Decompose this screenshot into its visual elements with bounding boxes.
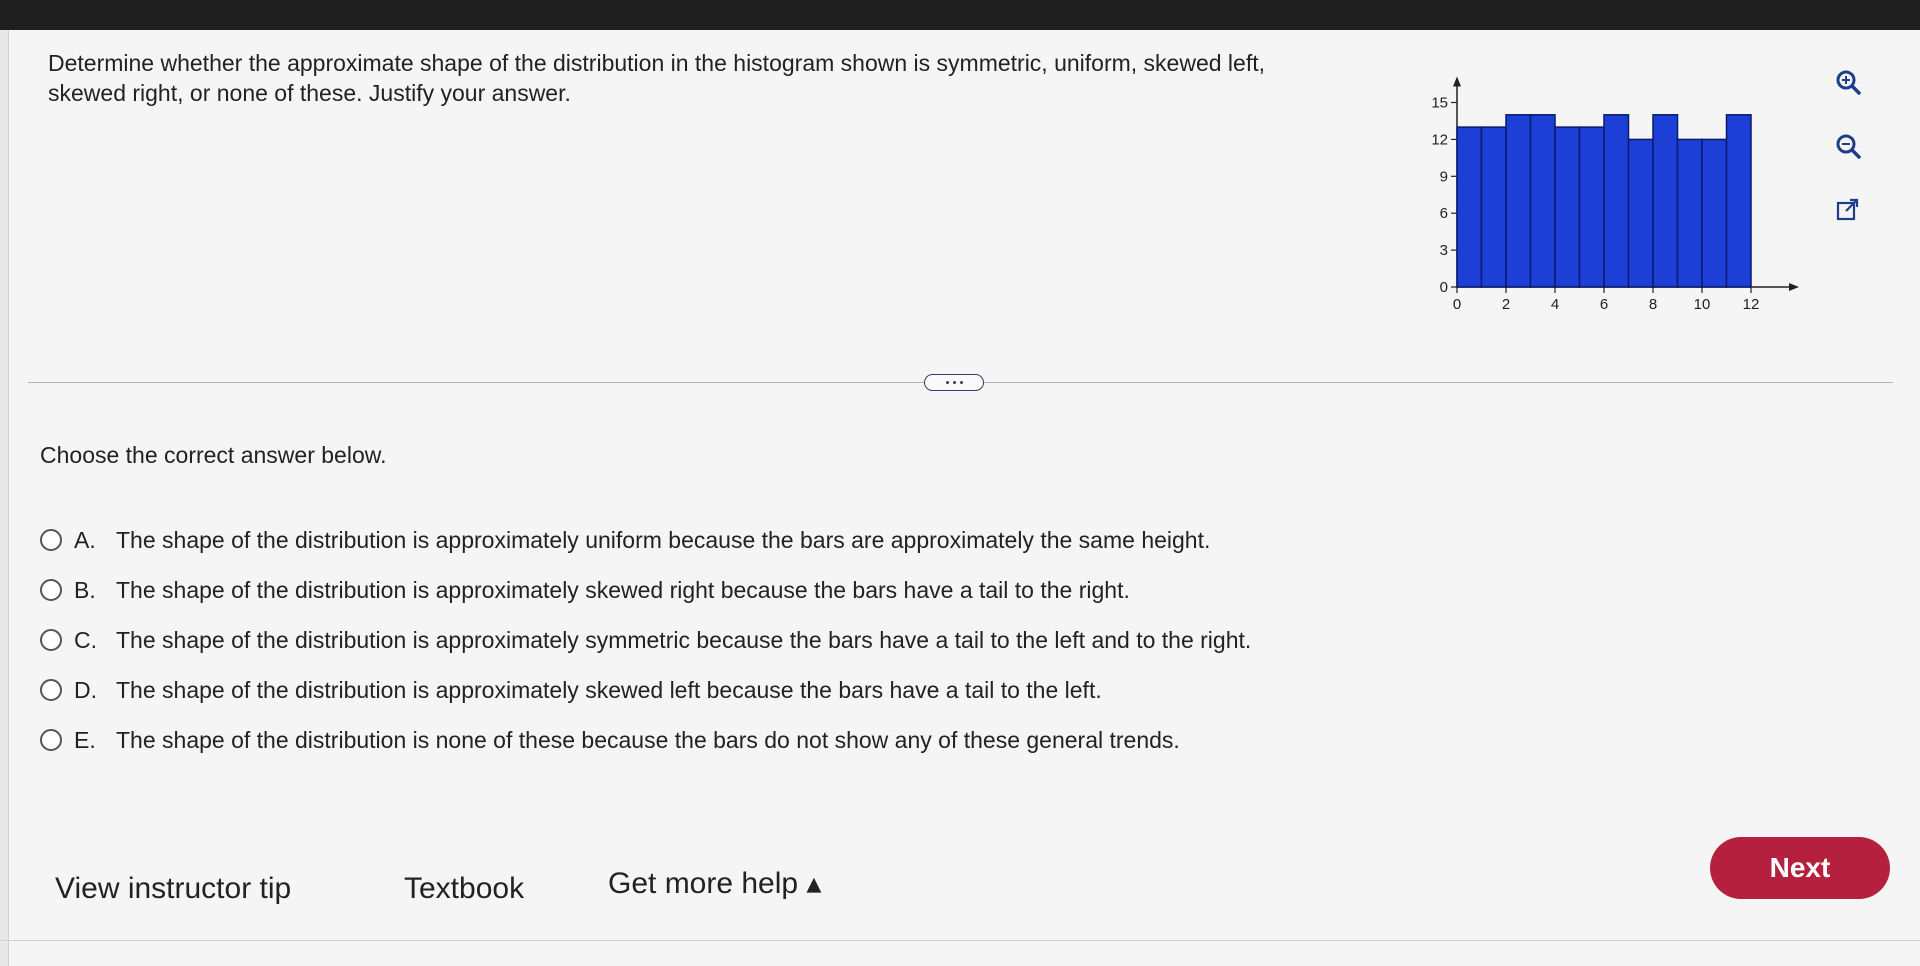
histogram-bar (1701, 138, 1728, 288)
x-tick-label: 8 (1649, 296, 1657, 313)
option-text: The shape of the distribution is approxi… (116, 576, 1130, 603)
histogram-bar (1480, 126, 1507, 288)
y-tick-label: 9 (1440, 168, 1448, 185)
y-axis-arrow (1453, 76, 1461, 87)
bottom-border (0, 940, 1920, 941)
histogram-bar (1652, 114, 1679, 288)
option-text: The shape of the distribution is approxi… (116, 626, 1252, 653)
histogram-bar (1456, 126, 1483, 288)
zoom-in-button[interactable] (1828, 62, 1868, 102)
option-b[interactable]: B. The shape of the distribution is appr… (40, 565, 1251, 615)
y-tick-label: 6 (1440, 205, 1448, 222)
histogram-bar (1578, 126, 1605, 288)
histogram-bar (1554, 126, 1581, 288)
footer-bar: View instructor tip Textbook Get more he… (0, 840, 1920, 940)
option-letter: A. (74, 526, 96, 553)
radio-button-d[interactable] (40, 679, 62, 701)
zoom-in-icon (1836, 70, 1861, 95)
x-tick-label: 2 (1502, 296, 1510, 313)
histogram-bar (1725, 114, 1752, 288)
textbook-link[interactable]: Textbook (404, 872, 524, 906)
radio-button-c[interactable] (40, 629, 62, 651)
y-tick-label: 15 (1431, 95, 1448, 112)
option-letter: E. (74, 726, 96, 753)
x-tick-label: 4 (1551, 296, 1559, 313)
radio-button-e[interactable] (40, 729, 62, 751)
histogram-bar (1529, 114, 1556, 288)
histogram-bar (1676, 138, 1703, 288)
option-letter: B. (74, 576, 96, 603)
get-more-help-link[interactable]: Get more help ▴ (608, 866, 822, 901)
zoom-out-button[interactable] (1828, 126, 1868, 166)
instructor-tip-link[interactable]: View instructor tip (55, 872, 291, 906)
x-tick-label: 6 (1600, 296, 1608, 313)
answer-options: A. The shape of the distribution is appr… (40, 515, 1251, 765)
y-tick-label: 0 (1440, 279, 1448, 296)
option-e[interactable]: E. The shape of the distribution is none… (40, 715, 1251, 765)
histogram-chart: 0 3 6 9 12 15 0 2 4 6 8 10 12 (1431, 76, 1799, 313)
expand-handle[interactable] (924, 374, 984, 391)
radio-button-b[interactable] (40, 579, 62, 601)
histogram-bar (1603, 114, 1630, 288)
x-tick-label: 12 (1743, 296, 1760, 313)
radio-button-a[interactable] (40, 529, 62, 551)
y-tick-label: 3 (1440, 242, 1448, 259)
histogram-bar (1627, 138, 1654, 288)
y-tick-label: 12 (1431, 131, 1448, 148)
x-tick-label: 10 (1694, 296, 1711, 313)
option-letter: D. (74, 676, 97, 703)
x-axis-arrow (1789, 283, 1799, 291)
question-text: Determine whether the approximate shape … (48, 50, 1266, 106)
top-bar (0, 0, 1920, 30)
option-c[interactable]: C. The shape of the distribution is appr… (40, 615, 1251, 665)
option-text: The shape of the distribution is none of… (116, 726, 1180, 753)
zoom-out-icon (1836, 134, 1861, 159)
left-panel-edge (0, 30, 9, 966)
option-d[interactable]: D. The shape of the distribution is appr… (40, 665, 1251, 715)
option-a[interactable]: A. The shape of the distribution is appr… (40, 515, 1251, 565)
option-text: The shape of the distribution is approxi… (116, 676, 1102, 703)
answer-prompt: Choose the correct answer below. (40, 442, 387, 468)
popout-button[interactable] (1828, 190, 1868, 230)
option-text: The shape of the distribution is approxi… (116, 526, 1211, 553)
next-button[interactable]: Next (1710, 837, 1890, 899)
option-letter: C. (74, 626, 97, 653)
popout-icon (1836, 198, 1859, 221)
x-tick-label: 0 (1453, 296, 1461, 313)
histogram-bar (1505, 114, 1532, 288)
